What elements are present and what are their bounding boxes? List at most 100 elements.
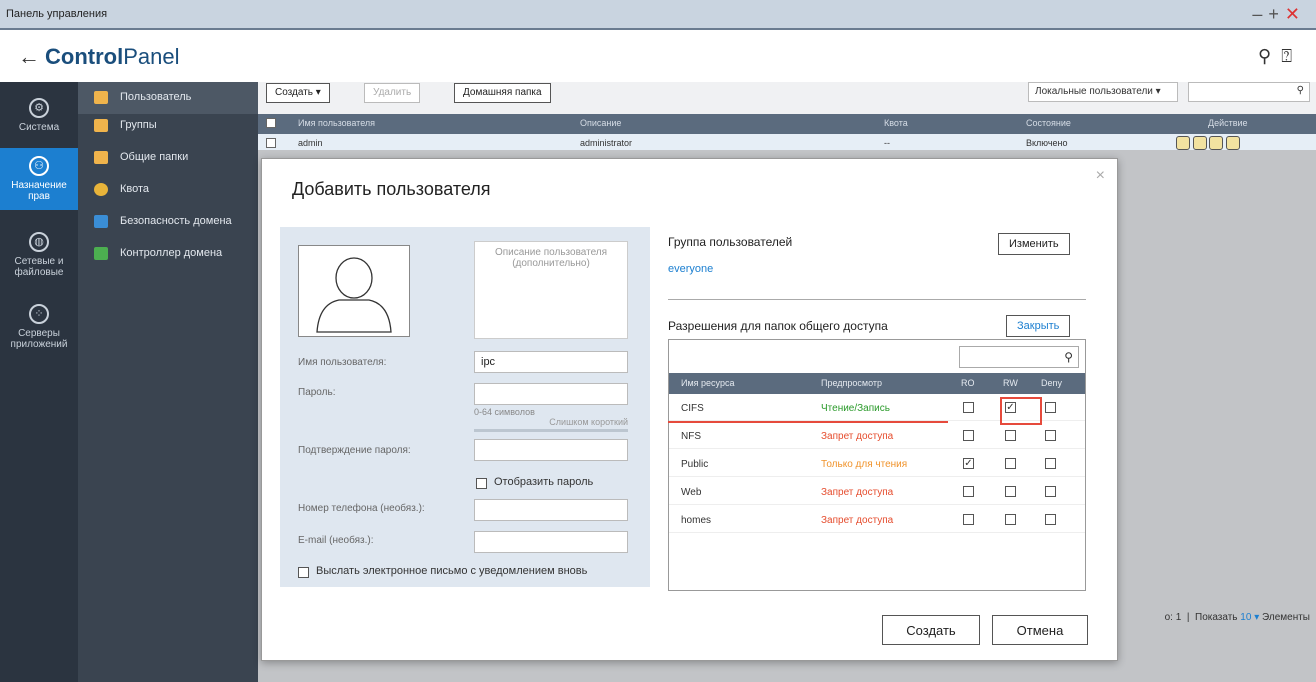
group-icon[interactable] <box>1209 136 1224 150</box>
divider <box>668 299 1086 300</box>
col-state[interactable]: Состояние <box>1026 118 1071 128</box>
confirm-password-input[interactable] <box>474 439 628 461</box>
pager: о: 1 | Показать 10 ▾ Элементы <box>1164 612 1310 623</box>
domain-icon <box>94 215 108 228</box>
rail-item-system[interactable]: ⚙ Система <box>0 92 78 142</box>
cancel-button[interactable]: Отмена <box>992 615 1088 645</box>
deny-checkbox[interactable] <box>1045 402 1056 413</box>
search-icon: ⚲ <box>1296 85 1304 96</box>
share-row[interactable]: Public Только для чтения ✓ <box>669 452 1085 477</box>
home-folder-button[interactable]: Домашняя папка <box>454 83 551 103</box>
password-input[interactable] <box>474 383 628 405</box>
share-name: homes <box>681 515 712 526</box>
chevron-down-icon[interactable]: ▾ <box>1254 612 1259 623</box>
share-preview: Только для чтения <box>821 459 908 470</box>
password-icon[interactable] <box>1176 136 1190 150</box>
ro-checkbox[interactable] <box>963 402 974 413</box>
select-all-checkbox[interactable] <box>266 118 276 128</box>
confirm-password-label: Подтверждение пароля: <box>298 445 411 456</box>
users-table-header: Имя пользователя Описание Квота Состояни… <box>258 114 1316 134</box>
edit-icon[interactable] <box>1192 136 1207 150</box>
col-description[interactable]: Описание <box>580 118 621 128</box>
back-arrow-icon[interactable]: ← <box>18 44 40 70</box>
user-filter-select[interactable]: Локальные пользователи ▾ <box>1028 82 1178 102</box>
share-table-header: Имя ресурса Предпросмотр RO RW Deny <box>669 373 1085 394</box>
network-icon: ◍ <box>29 232 49 252</box>
share-search-input[interactable]: ⚲ <box>959 346 1079 368</box>
rw-checkbox[interactable] <box>1005 430 1016 441</box>
sidebar-item-domain-controller[interactable]: Контроллер домена <box>78 238 258 270</box>
permissions-title: Разрешения для папок общего доступа <box>668 319 888 333</box>
ro-checkbox[interactable] <box>963 486 974 497</box>
group-value: everyone <box>668 263 714 275</box>
sidebar-item-groups[interactable]: Группы <box>78 110 258 142</box>
group-title: Группа пользователей <box>668 235 793 249</box>
delete-button[interactable]: Удалить <box>364 83 421 103</box>
user-icon: ⚇ <box>29 156 49 176</box>
col-quota[interactable]: Квота <box>884 118 908 128</box>
share-row[interactable]: NFS Запрет доступа <box>669 424 1085 449</box>
email-label: E-mail (необяз.): <box>298 535 374 546</box>
rw-checkbox[interactable] <box>1005 486 1016 497</box>
header-icons: ⚲⍰ <box>1258 46 1302 67</box>
folder-icon <box>94 151 108 164</box>
email-input[interactable] <box>474 531 628 553</box>
create-dropdown-button[interactable]: Создать ▾ <box>266 83 330 103</box>
sidebar-item-shared-folders[interactable]: Общие папки <box>78 142 258 174</box>
group-icon <box>94 119 108 132</box>
user-info-panel: Описание пользователя (дополнительно) Им… <box>280 227 650 587</box>
ro-checkbox[interactable] <box>963 430 974 441</box>
ro-checkbox[interactable]: ✓ <box>963 458 974 469</box>
share-row[interactable]: homes Запрет доступа <box>669 508 1085 533</box>
col-action: Действие <box>1208 118 1248 128</box>
user-icon <box>94 91 108 104</box>
avatar[interactable] <box>298 245 410 337</box>
description-field[interactable]: Описание пользователя (дополнительно) <box>474 241 628 339</box>
search-icon[interactable]: ⚲ <box>1258 46 1281 66</box>
row-checkbox[interactable] <box>266 138 276 148</box>
category-rail: ⚙ Система ⚇ Назначение прав ◍ Сетевые и фай… <box>0 82 78 682</box>
sidebar-item-quota[interactable]: Квота <box>78 174 258 206</box>
minimize-icon[interactable]: – <box>1252 4 1268 24</box>
gear-icon: ⚙ <box>29 98 49 118</box>
rail-item-network[interactable]: ◍ Сетевые и файловые <box>0 228 78 284</box>
share-name: Web <box>681 487 702 498</box>
close-permissions-button[interactable]: Закрыть <box>1006 315 1071 337</box>
add-user-dialog: Добавить пользователя × Описание пользов… <box>261 158 1118 661</box>
change-group-button[interactable]: Изменить <box>998 233 1070 255</box>
ro-checkbox[interactable] <box>963 514 974 525</box>
share-preview: Запрет доступа <box>821 431 894 442</box>
phone-input[interactable] <box>474 499 628 521</box>
page-size-select[interactable]: 10 <box>1240 612 1251 623</box>
share-preview: Чтение/Запись <box>821 403 890 414</box>
username-input[interactable]: ipc <box>474 351 628 373</box>
window-controls[interactable]: –+✕ <box>1252 4 1306 25</box>
window-title: Панель управления <box>6 8 108 20</box>
share-permissions-table: ⚲ Имя ресурса Предпросмотр RO RW Deny CI… <box>668 339 1086 591</box>
app-brand: ControlPanel <box>45 44 180 69</box>
close-icon[interactable]: × <box>1096 167 1105 185</box>
share-row[interactable]: Web Запрет доступа <box>669 480 1085 505</box>
maximize-icon[interactable]: + <box>1268 4 1285 24</box>
rail-item-apps[interactable]: ⁘ Серверы приложений <box>0 300 78 356</box>
deny-checkbox[interactable] <box>1045 486 1056 497</box>
rw-checkbox[interactable] <box>1005 458 1016 469</box>
deny-checkbox[interactable] <box>1045 514 1056 525</box>
rw-checkbox[interactable] <box>1005 514 1016 525</box>
send-email-checkbox[interactable] <box>298 567 309 578</box>
close-icon[interactable]: ✕ <box>1285 4 1306 24</box>
controller-icon <box>94 247 108 260</box>
help-icon[interactable]: ⍰ <box>1281 46 1302 66</box>
apps-icon: ⁘ <box>29 304 49 324</box>
search-icon: ⚲ <box>1064 350 1073 364</box>
col-username[interactable]: Имя пользователя <box>298 118 375 128</box>
create-button[interactable]: Создать <box>882 615 980 645</box>
show-password-checkbox[interactable] <box>476 478 487 489</box>
deny-checkbox[interactable] <box>1045 458 1056 469</box>
search-input[interactable]: ⚲ <box>1188 82 1310 102</box>
deny-checkbox[interactable] <box>1045 430 1056 441</box>
rail-item-rights[interactable]: ⚇ Назначение прав <box>0 148 78 210</box>
sidebar-item-domain-security[interactable]: Безопасность домена <box>78 206 258 238</box>
folder-icon[interactable] <box>1225 136 1240 150</box>
share-name: NFS <box>681 431 701 442</box>
